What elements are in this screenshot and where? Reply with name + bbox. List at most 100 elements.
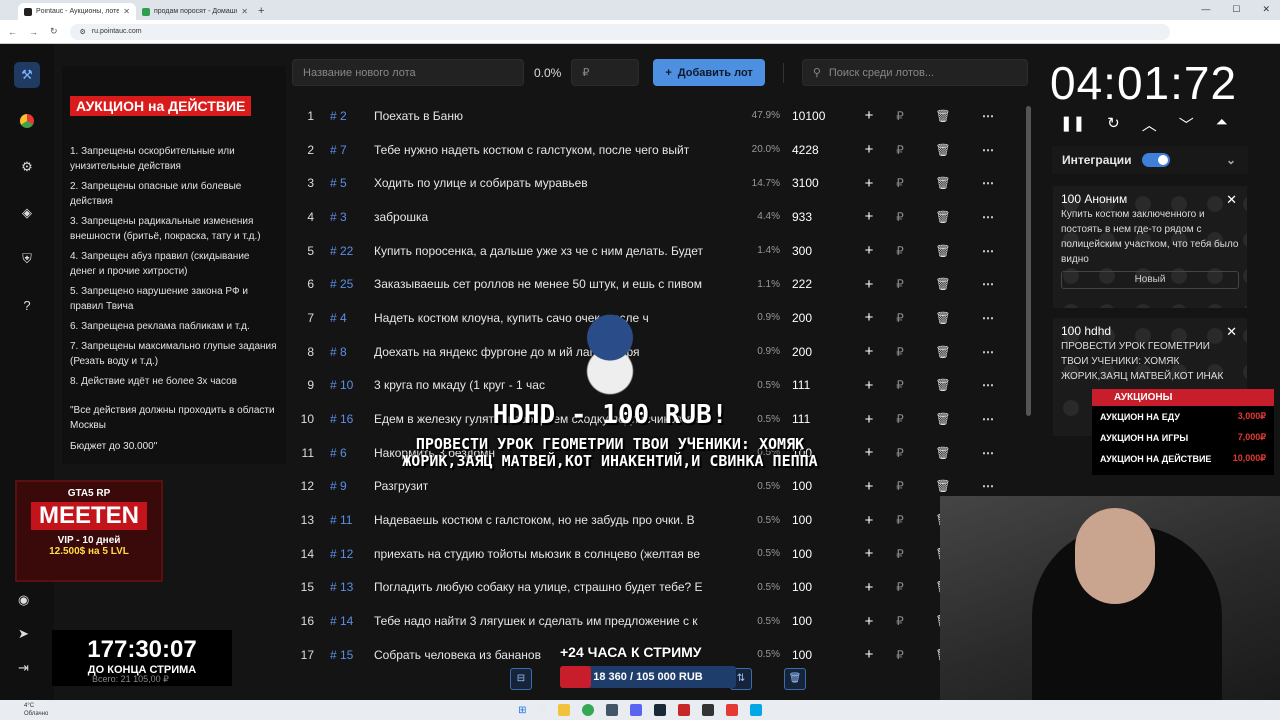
lot-amount[interactable]: 3100 (786, 176, 856, 190)
settings-gear-icon[interactable]: ⚙ (14, 154, 40, 180)
add-amount-plus-icon[interactable]: + (856, 444, 882, 461)
app-icon[interactable] (725, 704, 738, 716)
ruble-icon[interactable]: ₽ (882, 244, 918, 258)
ruble-icon[interactable]: ₽ (882, 479, 918, 493)
ruble-icon[interactable]: ₽ (882, 277, 918, 291)
trash-icon[interactable]: 🗑 (918, 210, 968, 224)
chevron-up-icon[interactable]: ︿ (1142, 114, 1157, 135)
browser-tab-pointauc[interactable]: Pointauc - Аукционы, лотереи ✕ (18, 3, 136, 20)
logout-icon[interactable]: ⇥ (18, 660, 29, 676)
trash-icon[interactable]: 🗑 (784, 668, 806, 690)
app-icon[interactable] (653, 704, 666, 716)
trash-icon[interactable]: 🗑 (918, 109, 968, 123)
add-amount-plus-icon[interactable]: + (856, 646, 882, 663)
telegram-icon[interactable]: ➤ (18, 626, 29, 642)
lot-title[interactable]: Купить поросенка, а дальше уже хз че с н… (374, 244, 736, 258)
lot-amount[interactable]: 10100 (786, 109, 856, 123)
ruble-icon[interactable]: ₽ (882, 412, 918, 426)
trash-icon[interactable]: 🗑 (918, 412, 968, 426)
lot-title[interactable]: Ходить по улице и собирать муравьев (374, 176, 736, 190)
pause-icon[interactable]: ❚❚ (1060, 114, 1085, 135)
close-window-icon[interactable]: ✕ (1262, 4, 1270, 15)
lot-title[interactable]: приехать на студию тойоты мьюзик в солнц… (374, 547, 736, 561)
more-dots-icon[interactable]: ⋯ (968, 311, 1008, 325)
trash-icon[interactable]: 🗑 (918, 244, 968, 258)
more-dots-icon[interactable]: ⋯ (968, 109, 1008, 123)
trash-icon[interactable]: 🗑 (918, 479, 968, 493)
new-lot-amount-input[interactable]: ₽ (571, 59, 640, 86)
lot-title[interactable]: Тебе надо найти 3 лягушек и сделать им п… (374, 614, 736, 628)
reload-icon[interactable]: ↻ (50, 26, 58, 37)
app-icon[interactable] (629, 704, 642, 716)
add-amount-plus-icon[interactable]: + (856, 579, 882, 596)
lot-row[interactable]: 16 # 14 Тебе надо найти 3 лягушек и сделат… (292, 604, 1028, 638)
search-lots-input[interactable]: ⚲ Поиск среди лотов... (801, 59, 1028, 86)
lot-title[interactable]: заброшка (374, 210, 736, 224)
app-icon[interactable] (701, 704, 714, 716)
more-dots-icon[interactable]: ⋯ (968, 479, 1008, 493)
ruble-icon[interactable]: ₽ (882, 580, 918, 594)
add-amount-plus-icon[interactable]: + (856, 276, 882, 293)
layers-icon[interactable]: ◈ (14, 200, 40, 226)
integrations-toggle[interactable] (1141, 153, 1170, 167)
lot-amount[interactable]: 222 (786, 277, 856, 291)
restart-icon[interactable]: ↻ (1107, 114, 1120, 135)
ruble-icon[interactable]: ₽ (882, 513, 918, 527)
add-amount-plus-icon[interactable]: + (856, 107, 882, 124)
forward-icon[interactable]: → (29, 27, 38, 37)
lot-row[interactable]: 5 # 22 Купить поросенка, а дальше уже хз ч… (292, 234, 1028, 268)
app-icon[interactable] (677, 704, 690, 716)
ruble-icon[interactable]: ₽ (882, 378, 918, 392)
ruble-icon[interactable]: ₽ (882, 345, 918, 359)
minimize-icon[interactable]: — (1201, 4, 1210, 15)
lot-amount[interactable]: 4228 (786, 143, 856, 157)
lot-row[interactable]: 14 # 12 приехать на студию тойоты мьюзик в… (292, 537, 1028, 571)
back-icon[interactable]: ← (8, 27, 17, 37)
ruble-icon[interactable]: ₽ (882, 109, 918, 123)
ruble-icon[interactable]: ₽ (882, 614, 918, 628)
ruble-icon[interactable]: ₽ (882, 446, 918, 460)
lot-amount[interactable]: 933 (786, 210, 856, 224)
close-icon[interactable]: ✕ (241, 7, 248, 16)
ruble-icon[interactable]: ₽ (882, 176, 918, 190)
lot-title[interactable]: Погладить любую собаку на улице, страшно… (374, 580, 736, 594)
auction-hammer-icon[interactable]: ⚒ (14, 62, 40, 88)
more-dots-icon[interactable]: ⋯ (968, 378, 1008, 392)
new-tab-button[interactable]: + (258, 5, 264, 17)
browser-tab-market[interactable]: продам поросят - Домашние ✕ (136, 3, 254, 20)
add-amount-plus-icon[interactable]: + (856, 478, 882, 495)
windows-start-icon[interactable]: ⊞ (518, 705, 526, 716)
add-amount-plus-icon[interactable]: + (856, 377, 882, 394)
lot-amount[interactable]: 100 (786, 547, 856, 561)
trash-icon[interactable]: 🗑 (918, 311, 968, 325)
chrome-icon[interactable] (581, 704, 594, 716)
trash-icon[interactable]: 🗑 (918, 378, 968, 392)
add-amount-plus-icon[interactable]: + (856, 343, 882, 360)
chevron-down-icon[interactable]: ﹀ (1179, 114, 1194, 135)
lot-amount[interactable]: 300 (786, 244, 856, 258)
more-dots-icon[interactable]: ⋯ (968, 244, 1008, 258)
more-dots-icon[interactable]: ⋯ (968, 210, 1008, 224)
lot-row[interactable]: 1 # 2 Поехать в Баню 47.9% 10100 + ₽ 🗑 ⋯ (292, 99, 1028, 133)
add-amount-plus-icon[interactable]: + (856, 411, 882, 428)
more-dots-icon[interactable]: ⋯ (968, 143, 1008, 157)
lot-list-scrollbar[interactable] (1026, 106, 1031, 416)
explorer-icon[interactable] (557, 704, 570, 716)
trash-icon[interactable]: 🗑 (918, 446, 968, 460)
lot-row[interactable]: 13 # 11 Надеваешь костюм с галстоком, но н… (292, 503, 1028, 537)
trash-icon[interactable]: 🗑 (918, 345, 968, 359)
card-lot-select[interactable]: Новый (1061, 271, 1239, 289)
add-amount-plus-icon[interactable]: + (856, 242, 882, 259)
ruble-icon[interactable]: ₽ (882, 648, 918, 662)
more-dots-icon[interactable]: ⋯ (968, 412, 1008, 426)
url-field[interactable]: ⚙ ru.pointauc.com (69, 23, 1170, 40)
lot-row[interactable]: 15 # 13 Погладить любую собаку на улице, с… (292, 571, 1028, 605)
ruble-icon[interactable]: ₽ (882, 143, 918, 157)
lot-amount[interactable]: 100 (786, 479, 856, 493)
add-amount-plus-icon[interactable]: + (856, 309, 882, 326)
lot-amount[interactable]: 100 (786, 648, 856, 662)
app-icon[interactable] (749, 704, 762, 716)
lot-row[interactable]: 12 # 9 Разгрузит 0.5% 100 + ₽ 🗑 ⋯ (292, 470, 1028, 504)
trash-icon[interactable]: 🗑 (918, 277, 968, 291)
lot-title[interactable]: Надеваешь костюм с галстоком, но не забу… (374, 513, 736, 527)
